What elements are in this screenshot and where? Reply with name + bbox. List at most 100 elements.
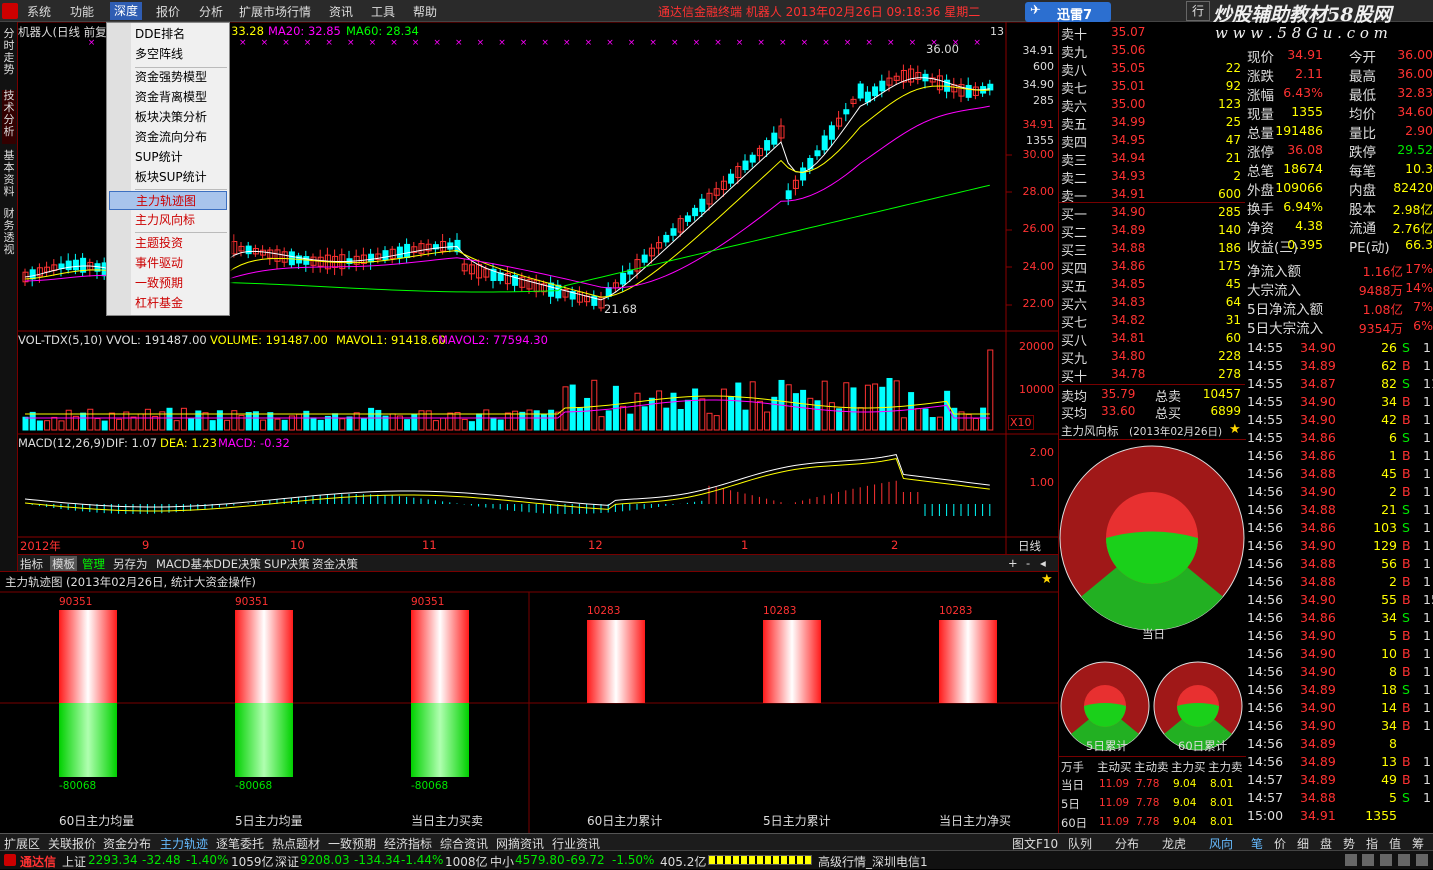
menu-item-dde-rank[interactable]: DDE排名 bbox=[109, 25, 227, 44]
ask-price[interactable]: 34.95 bbox=[1111, 133, 1145, 147]
bid-price[interactable]: 34.89 bbox=[1111, 223, 1145, 237]
side-tab-fundamental[interactable]: 基本资料 bbox=[2, 150, 16, 204]
app-logo-icon[interactable] bbox=[2, 3, 18, 19]
scroll-left-button[interactable]: ◂ bbox=[1040, 556, 1046, 570]
menu-help[interactable]: 帮助 bbox=[413, 3, 437, 20]
menu-tools[interactable]: 工具 bbox=[371, 3, 395, 20]
tab-save-as[interactable]: 另存为 bbox=[113, 556, 148, 572]
bid-price[interactable]: 34.85 bbox=[1111, 277, 1145, 291]
volume-bar bbox=[886, 377, 893, 431]
menu-news[interactable]: 资讯 bbox=[329, 3, 353, 20]
volume-bar bbox=[692, 388, 699, 431]
status-tool-icon[interactable] bbox=[1398, 854, 1410, 866]
bid-price[interactable]: 34.80 bbox=[1111, 349, 1145, 363]
ask-price[interactable]: 35.00 bbox=[1111, 97, 1145, 111]
volume-bar bbox=[202, 412, 209, 431]
y-tick: 285 bbox=[1033, 94, 1054, 107]
ask-price[interactable]: 34.99 bbox=[1111, 115, 1145, 129]
menu-function[interactable]: 功能 bbox=[70, 3, 94, 20]
ask-price[interactable]: 35.07 bbox=[1111, 25, 1145, 39]
tab-macd-basic[interactable]: MACD基本 bbox=[156, 556, 213, 572]
info-label: 量比 bbox=[1349, 126, 1376, 142]
sz-label[interactable]: 深证 bbox=[275, 853, 299, 870]
ask-price[interactable]: 35.06 bbox=[1111, 43, 1145, 57]
tab-manage[interactable]: 管理 bbox=[82, 556, 105, 572]
period-label[interactable]: 日线 bbox=[1018, 538, 1041, 554]
side-tab-financial[interactable]: 财务透视 bbox=[2, 208, 16, 262]
side-tab-intraday[interactable]: 分时走势 bbox=[2, 28, 16, 82]
server-name[interactable]: 高级行情_深圳电信1 bbox=[818, 853, 928, 870]
menu-item-theme-invest[interactable]: 主题投资 bbox=[109, 234, 227, 253]
zx-label[interactable]: 中小 bbox=[490, 853, 514, 870]
status-tool-icon[interactable] bbox=[1380, 854, 1392, 866]
bid-price[interactable]: 34.83 bbox=[1111, 295, 1145, 309]
bid-price[interactable]: 34.90 bbox=[1111, 205, 1145, 219]
menu-depth[interactable]: 深度 bbox=[110, 2, 143, 20]
ask-price[interactable]: 34.93 bbox=[1111, 169, 1145, 183]
bid-price[interactable]: 34.78 bbox=[1111, 367, 1145, 381]
candle-body bbox=[58, 263, 65, 269]
menu-item-main-vane[interactable]: 主力风向标 bbox=[109, 211, 227, 230]
menu-item-fund-strength[interactable]: 资金强势模型 bbox=[109, 68, 227, 87]
bid-price[interactable]: 34.81 bbox=[1111, 331, 1145, 345]
bid-price[interactable]: 34.82 bbox=[1111, 313, 1145, 327]
menu-item-consensus[interactable]: 一致预期 bbox=[109, 274, 227, 293]
tick-list[interactable]: 14:55 34.90 26 S 1 14:55 34.89 62 B 1 14:55 34.87 82… bbox=[1245, 340, 1433, 833]
tab-fund[interactable]: 资金决策 bbox=[312, 556, 358, 572]
ask-price[interactable]: 35.05 bbox=[1111, 61, 1145, 75]
menu-extended-market[interactable]: 扩展市场行情 bbox=[239, 3, 311, 20]
tick-volume: 14 bbox=[1381, 700, 1397, 715]
bid-price[interactable]: 34.88 bbox=[1111, 241, 1145, 255]
menu-item-fund-divergence[interactable]: 资金背离模型 bbox=[109, 88, 227, 107]
volume-bar bbox=[627, 413, 634, 431]
ask-price[interactable]: 34.91 bbox=[1111, 187, 1145, 201]
tick-time: 15:00 bbox=[1247, 808, 1284, 823]
y-tick: 34.91 bbox=[1022, 44, 1055, 57]
status-tool-icon[interactable] bbox=[1416, 854, 1428, 866]
status-tool-icon[interactable] bbox=[1362, 854, 1374, 866]
zoom-in-button[interactable]: + bbox=[1008, 556, 1018, 570]
tab-indicator[interactable]: 指标 bbox=[20, 556, 43, 572]
ask-price[interactable]: 34.94 bbox=[1111, 151, 1145, 165]
ask-volume: 47 bbox=[1225, 133, 1241, 147]
ask-price[interactable]: 35.01 bbox=[1111, 79, 1145, 93]
tab-template[interactable]: 模板 bbox=[50, 556, 77, 572]
bid-price[interactable]: 34.86 bbox=[1111, 259, 1145, 273]
volume-bar bbox=[144, 408, 151, 431]
info-value: 36.00 bbox=[1397, 66, 1433, 81]
flow-value: 9488万 bbox=[1358, 283, 1403, 298]
tick-count: 1 bbox=[1423, 358, 1431, 373]
sh-label[interactable]: 上证 bbox=[62, 853, 86, 870]
star-icon[interactable]: ★ bbox=[1041, 572, 1053, 587]
candle-body bbox=[404, 243, 411, 258]
collapse-button[interactable]: 行 bbox=[1186, 1, 1210, 21]
menu-item-leveraged-fund[interactable]: 杠杆基金 bbox=[109, 294, 227, 313]
tab-sup[interactable]: SUP决策 bbox=[264, 556, 310, 572]
tick-side: B bbox=[1402, 358, 1411, 373]
side-tab-technical[interactable]: 技术分析 bbox=[2, 90, 16, 144]
volume-bar bbox=[684, 399, 691, 431]
zoom-out-button[interactable]: - bbox=[1026, 556, 1030, 570]
candle-body bbox=[872, 86, 879, 97]
menu-item-event-driven[interactable]: 事件驱动 bbox=[109, 254, 227, 273]
book-divider bbox=[1059, 384, 1246, 385]
menu-item-fund-flow[interactable]: 资金流向分布 bbox=[109, 128, 227, 147]
tick-side: B bbox=[1402, 718, 1411, 733]
menu-item-long-short[interactable]: 多空阵线 bbox=[109, 45, 227, 64]
menu-item-main-trajectory[interactable]: 主力轨迹图 bbox=[109, 191, 227, 210]
flow-pct: 17% bbox=[1405, 261, 1433, 276]
menu-system[interactable]: 系统 bbox=[27, 3, 51, 20]
volume-bar bbox=[454, 412, 461, 431]
status-tool-icon[interactable] bbox=[1345, 854, 1357, 866]
menu-item-sector-decision[interactable]: 板块决策分析 bbox=[109, 108, 227, 127]
xunlei-badge[interactable]: ✈ 迅雷7 bbox=[1025, 2, 1111, 23]
menu-item-sector-sup[interactable]: 板块SUP统计 bbox=[109, 168, 227, 187]
menu-quote[interactable]: 报价 bbox=[156, 3, 180, 20]
vol-volume: VOLUME: 191487.00 bbox=[210, 333, 328, 347]
menu-item-sup-stats[interactable]: SUP统计 bbox=[109, 148, 227, 167]
ask-volume: 22 bbox=[1225, 61, 1241, 75]
volume-bar bbox=[447, 412, 454, 431]
tab-dde[interactable]: DDE决策 bbox=[213, 556, 261, 572]
menu-analysis[interactable]: 分析 bbox=[199, 3, 223, 20]
vane-star-icon[interactable]: ★ bbox=[1229, 422, 1241, 437]
